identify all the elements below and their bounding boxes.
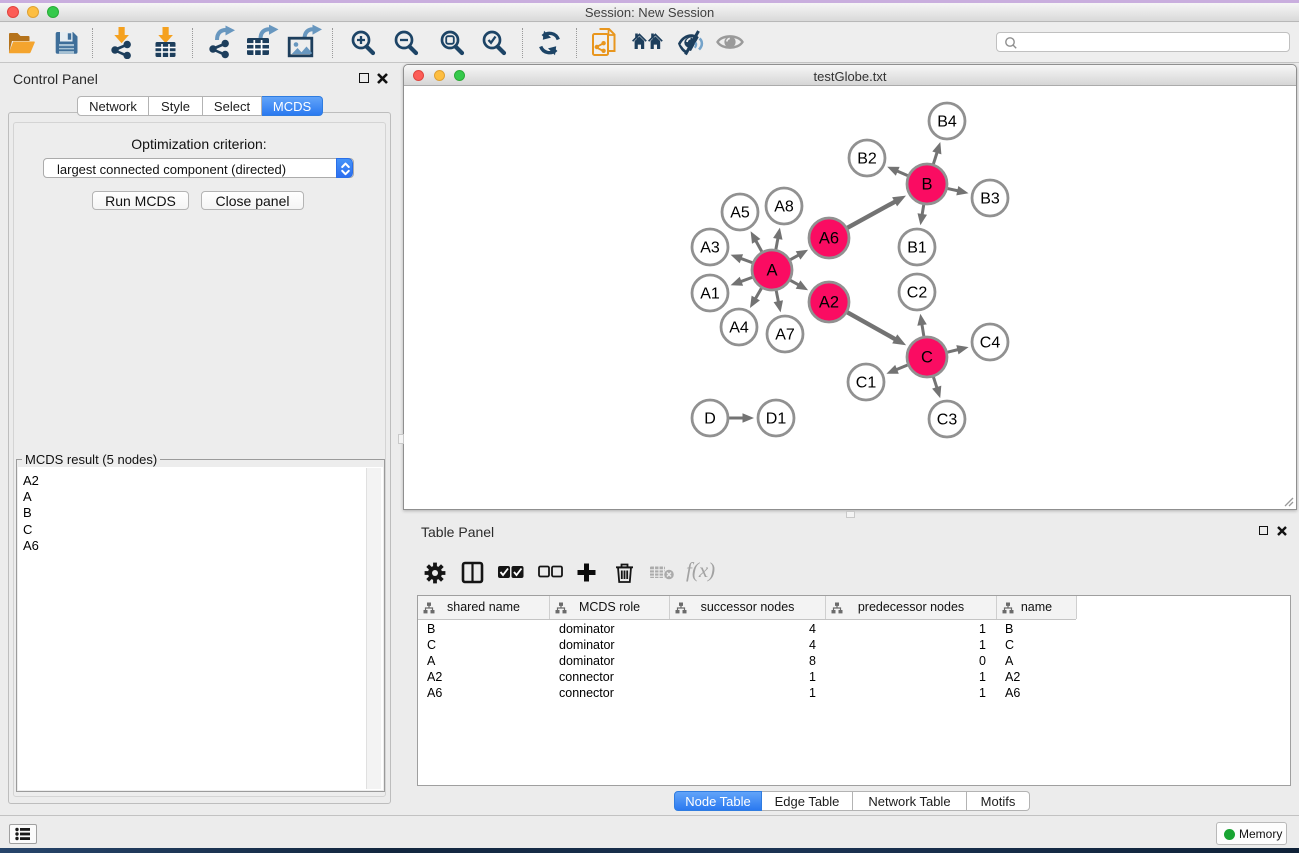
svg-text:A7: A7 <box>775 327 795 344</box>
svg-text:A2: A2 <box>819 294 839 312</box>
svg-text:A3: A3 <box>700 240 720 257</box>
svg-text:C4: C4 <box>980 335 1001 352</box>
svg-text:D1: D1 <box>766 411 787 428</box>
svg-text:B1: B1 <box>907 240 927 257</box>
svg-text:C2: C2 <box>907 285 928 302</box>
svg-text:C3: C3 <box>937 412 958 429</box>
svg-text:C: C <box>921 349 933 367</box>
svg-text:A1: A1 <box>700 286 720 303</box>
svg-text:B: B <box>921 176 932 194</box>
svg-text:C1: C1 <box>856 375 877 392</box>
svg-text:D: D <box>704 411 716 428</box>
svg-text:A8: A8 <box>774 199 794 216</box>
svg-text:B2: B2 <box>857 151 877 168</box>
svg-text:B3: B3 <box>980 191 1000 208</box>
svg-text:A5: A5 <box>730 205 750 222</box>
svg-text:B4: B4 <box>937 114 957 131</box>
svg-text:A6: A6 <box>819 230 839 248</box>
svg-text:A: A <box>766 262 777 280</box>
svg-text:A4: A4 <box>729 320 749 337</box>
